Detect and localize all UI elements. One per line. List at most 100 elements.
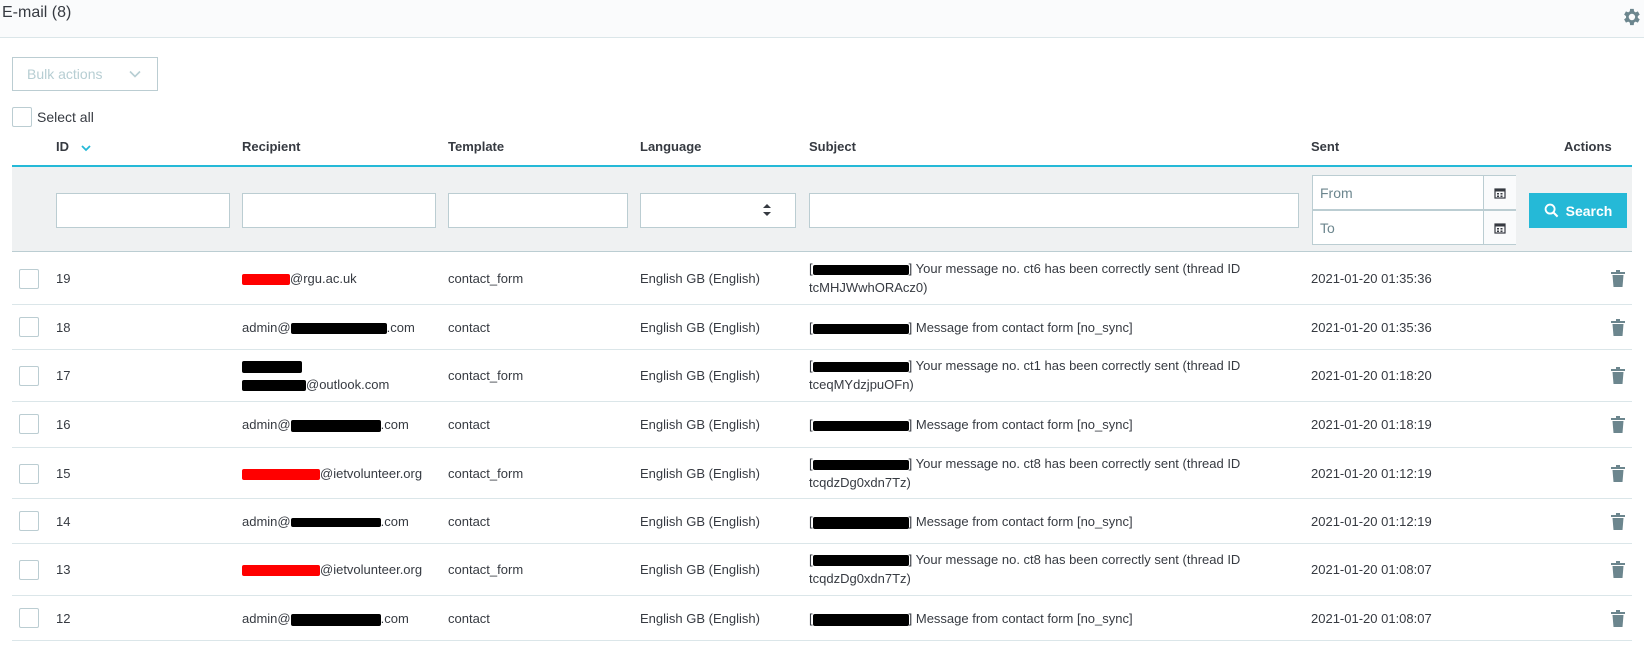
row-sent: 2021-01-20 01:08:07 xyxy=(1311,562,1432,577)
row-template: contact xyxy=(448,514,490,529)
trash-icon[interactable] xyxy=(1611,610,1625,627)
row-sent: 2021-01-20 01:35:36 xyxy=(1311,320,1432,335)
row-template: contact_form xyxy=(448,466,524,481)
sort-desc-icon[interactable] xyxy=(80,144,91,152)
row-checkbox[interactable] xyxy=(19,414,39,434)
select-all-label: Select all xyxy=(37,109,94,125)
row-subject: [] Your message no. ct8 has been correct… xyxy=(809,456,1241,490)
row-recipient: admin@ .com xyxy=(242,417,409,432)
row-language: English GB (English) xyxy=(640,562,760,577)
row-language: English GB (English) xyxy=(640,417,760,432)
filter-id-input[interactable] xyxy=(56,193,230,228)
trash-icon[interactable] xyxy=(1611,319,1625,336)
row-language: English GB (English) xyxy=(640,368,760,383)
row-recipient: @rgu.ac.uk xyxy=(242,269,357,288)
row-id: 19 xyxy=(56,271,71,286)
row-checkbox[interactable] xyxy=(19,269,39,289)
filter-sent-from[interactable] xyxy=(1312,175,1516,210)
trash-icon[interactable] xyxy=(1611,513,1625,530)
search-button-label: Search xyxy=(1565,202,1613,219)
trash-icon[interactable] xyxy=(1611,561,1625,578)
filter-recipient-input[interactable] xyxy=(242,193,436,228)
row-subject: [] Your message no. ct1 has been correct… xyxy=(809,358,1241,392)
calendar-icon[interactable] xyxy=(1483,176,1516,209)
panel-header: E-mail (8) xyxy=(0,0,1644,38)
row-checkbox[interactable] xyxy=(19,366,39,386)
search-button[interactable]: Search xyxy=(1529,193,1627,228)
row-language: English GB (English) xyxy=(640,514,760,529)
row-subject: [] Message from contact form [no_sync] xyxy=(809,417,1133,432)
table-row: 13 @ietvolunteer.org contact_form Englis… xyxy=(12,544,1632,596)
trash-icon[interactable] xyxy=(1611,416,1625,433)
row-template: contact_form xyxy=(448,562,524,577)
row-language: English GB (English) xyxy=(640,611,760,626)
select-all-checkbox[interactable] xyxy=(12,107,32,127)
row-id: 12 xyxy=(56,611,71,626)
bulk-actions-label: Bulk actions xyxy=(27,66,103,82)
select-arrows-icon xyxy=(763,204,771,216)
search-icon xyxy=(1544,203,1558,218)
row-subject: [] Message from contact form [no_sync] xyxy=(809,611,1133,626)
row-template: contact_form xyxy=(448,368,524,383)
row-id: 14 xyxy=(56,514,71,529)
row-language: English GB (English) xyxy=(640,320,760,335)
table-row: 19 @rgu.ac.uk contact_form English GB (E… xyxy=(12,252,1632,305)
filter-language-select[interactable] xyxy=(640,193,796,228)
row-sent: 2021-01-20 01:18:20 xyxy=(1311,368,1432,383)
row-language: English GB (English) xyxy=(640,271,760,286)
chevron-down-icon xyxy=(129,70,141,78)
column-header-id[interactable]: ID xyxy=(56,139,91,154)
table-row: 15 @ietvolunteer.org contact_form Englis… xyxy=(12,448,1632,499)
row-recipient: admin@ .com xyxy=(242,320,415,335)
filter-template-input[interactable] xyxy=(448,193,628,228)
row-id: 16 xyxy=(56,417,71,432)
date-from-input[interactable] xyxy=(1313,176,1483,209)
row-sent: 2021-01-20 01:12:19 xyxy=(1311,514,1432,529)
row-sent: 2021-01-20 01:12:19 xyxy=(1311,466,1432,481)
row-template: contact xyxy=(448,417,490,432)
row-subject: [] Your message no. ct6 has been correct… xyxy=(809,261,1241,295)
table-row: 12 admin@ .com contact English GB (Englis… xyxy=(12,596,1632,641)
row-template: contact xyxy=(448,611,490,626)
table-row: 14 admin@ .com contact English GB (Englis… xyxy=(12,499,1632,544)
gear-icon[interactable] xyxy=(1620,6,1642,28)
row-id: 13 xyxy=(56,562,71,577)
column-header-sent: Sent xyxy=(1311,139,1340,154)
row-recipient: admin@ .com xyxy=(242,611,409,626)
trash-icon[interactable] xyxy=(1611,465,1625,482)
table-row: 16 admin@ .com contact English GB (Englis… xyxy=(12,402,1632,448)
column-header-id-label: ID xyxy=(56,139,69,154)
filter-subject-input[interactable] xyxy=(809,193,1299,228)
row-template: contact xyxy=(448,320,490,335)
filter-sent-to[interactable] xyxy=(1312,210,1516,245)
table-row: 18 admin@ .com contact English GB (Englis… xyxy=(12,305,1632,350)
row-template: contact_form xyxy=(448,271,524,286)
row-checkbox[interactable] xyxy=(19,317,39,337)
row-recipient: @outlook.com xyxy=(242,356,389,394)
row-recipient: @ietvolunteer.org xyxy=(242,560,422,579)
table-row: 17 @outlook.com contact_form English GB … xyxy=(12,350,1632,402)
calendar-icon[interactable] xyxy=(1483,211,1516,244)
row-subject: [] Message from contact form [no_sync] xyxy=(809,320,1133,335)
row-id: 15 xyxy=(56,466,71,481)
row-subject: [] Message from contact form [no_sync] xyxy=(809,514,1133,529)
date-to-input[interactable] xyxy=(1313,211,1483,244)
row-checkbox[interactable] xyxy=(19,464,39,484)
row-sent: 2021-01-20 01:08:07 xyxy=(1311,611,1432,626)
select-all[interactable]: Select all xyxy=(12,107,94,127)
row-id: 17 xyxy=(56,368,71,383)
column-header-template: Template xyxy=(448,139,505,154)
row-checkbox[interactable] xyxy=(19,560,39,580)
panel-title: E-mail (8) xyxy=(2,4,72,21)
row-checkbox[interactable] xyxy=(19,608,39,628)
column-header-language: Language xyxy=(640,139,702,154)
row-language: English GB (English) xyxy=(640,466,760,481)
bulk-actions-button[interactable]: Bulk actions xyxy=(12,57,158,91)
trash-icon[interactable] xyxy=(1611,367,1625,384)
row-checkbox[interactable] xyxy=(19,511,39,531)
column-header-subject: Subject xyxy=(809,139,856,154)
row-id: 18 xyxy=(56,320,71,335)
row-sent: 2021-01-20 01:18:19 xyxy=(1311,417,1432,432)
trash-icon[interactable] xyxy=(1611,270,1625,287)
row-recipient: admin@ .com xyxy=(242,514,409,529)
